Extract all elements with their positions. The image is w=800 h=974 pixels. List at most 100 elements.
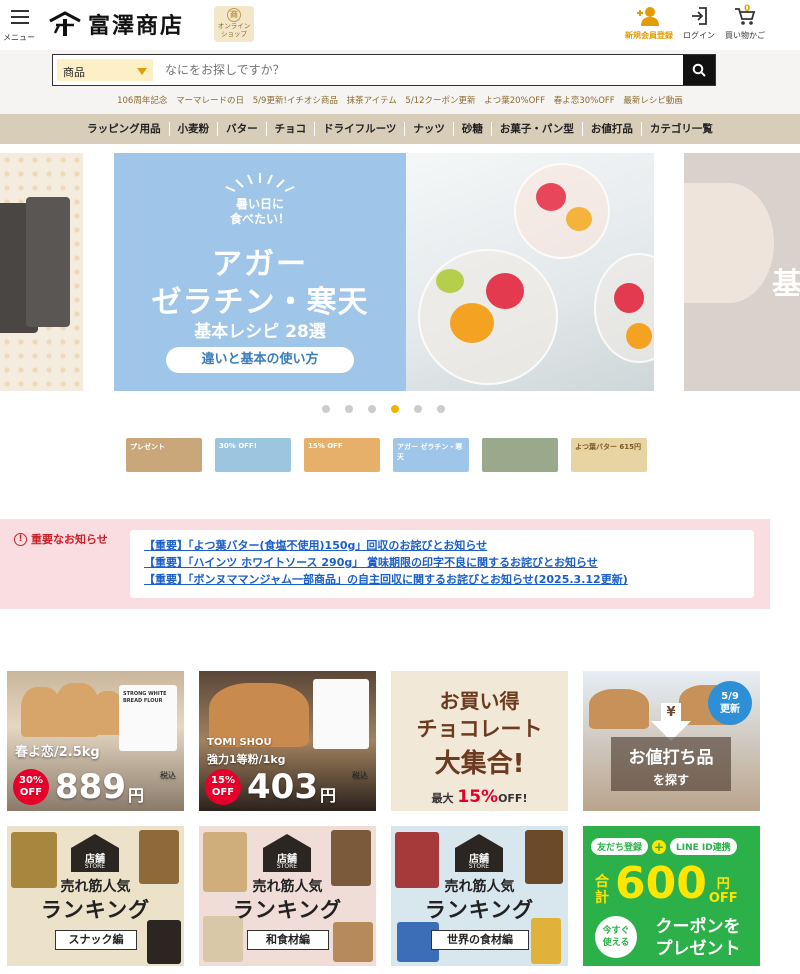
- category-item[interactable]: バター: [217, 122, 266, 136]
- banner-tomishou-flour[interactable]: TOMI SHOU 強力1等粉/1kg 税込 15% OFF 403 円: [199, 671, 376, 811]
- login-button[interactable]: ログイン: [674, 6, 724, 41]
- search-category-value: 商品: [63, 66, 85, 79]
- product-image: [531, 918, 561, 964]
- promo-link[interactable]: マーマレードの日: [176, 96, 244, 106]
- carousel-dot[interactable]: [414, 405, 422, 413]
- line-chip-friend: 友だち登録: [591, 838, 649, 855]
- carousel-thumb[interactable]: アガー ゼラチン・寒天: [393, 438, 469, 472]
- product-name: 春よ恋/2.5kg: [15, 745, 100, 760]
- amount-off: OFF: [708, 891, 738, 906]
- search-input[interactable]: [157, 55, 683, 85]
- price-tag: 15% OFF 403 円: [199, 761, 376, 811]
- line-chip-id: LINE ID連携: [670, 838, 737, 855]
- carousel-thumb[interactable]: プレゼント: [126, 438, 202, 472]
- bargain-line1: お値打ち品: [628, 748, 714, 768]
- menu-button[interactable]: メニュー: [3, 8, 36, 44]
- notice-link[interactable]: 【重要】「ハインツ ホワイトソース 290g」 賞味期限の印字不良に関するお詫び…: [144, 554, 740, 571]
- notice-label: 重要なお知らせ: [31, 533, 108, 546]
- jelly-dessert-photo: [406, 153, 654, 391]
- promo-link[interactable]: 5/9更新!イチオシ商品: [253, 96, 338, 106]
- cart-button[interactable]: 0 買い物かご: [720, 4, 770, 41]
- category-item[interactable]: チョコ: [265, 122, 315, 136]
- category-item[interactable]: お値打品: [581, 122, 641, 136]
- category-item[interactable]: カテゴリ一覧: [640, 122, 721, 136]
- slide-subtitle: 基本レシピ 28選: [194, 322, 326, 342]
- carousel-thumb[interactable]: 30% OFF!: [215, 438, 291, 472]
- banner-haruyokoi[interactable]: STRONG WHITE BREAD FLOUR 春よ恋/2.5kg 税込 30…: [7, 671, 184, 811]
- slide-next-text: 基: [772, 267, 800, 302]
- online-shop-badge: 商 オンライン ショップ: [214, 6, 254, 42]
- notice-link[interactable]: 【重要】「ボンヌママンジャム一部商品」の自主回収に関するお詫びとお知らせ(202…: [144, 571, 740, 588]
- slide-cta-button[interactable]: 違いと基本の使い方: [166, 347, 354, 373]
- search-button[interactable]: [683, 55, 715, 85]
- category-item[interactable]: ドライフルーツ: [314, 122, 404, 136]
- category-item[interactable]: ナッツ: [404, 122, 453, 136]
- category-item[interactable]: ラッピング用品: [79, 122, 169, 136]
- promo-link[interactable]: 5/12クーポン更新: [405, 96, 475, 106]
- thumb-label: プレゼント: [130, 443, 165, 451]
- banner-ranking-world[interactable]: 店舗 STORE 売れ筋人気 ランキング 世界の食材編: [391, 826, 568, 966]
- logo-text: 富澤商店: [88, 13, 185, 39]
- category-item[interactable]: 砂糖: [452, 122, 491, 136]
- promo-link[interactable]: よつ葉20%OFF: [484, 96, 545, 106]
- product-bag-image: [26, 197, 70, 327]
- flour-bag-image: [313, 679, 369, 749]
- logo-mark-icon: [49, 11, 81, 36]
- thumb-label: 15% OFF: [308, 442, 343, 450]
- carousel-dot[interactable]: [322, 405, 330, 413]
- carousel-slide-next[interactable]: 基: [684, 153, 800, 391]
- site-header: メニュー 富澤商店 商 オンライン ショップ 新規会員登録 ログイン 0 買い物…: [0, 0, 800, 50]
- promo-links: 106周年記念 マーマレードの日 5/9更新!イチオシ商品 抹茶アイテム 5/1…: [0, 94, 800, 106]
- update-label: 更新: [720, 704, 740, 715]
- carousel-dot[interactable]: [368, 405, 376, 413]
- promo-link[interactable]: 春よ恋30%OFF: [554, 96, 615, 106]
- category-item[interactable]: 小麦粉: [168, 122, 218, 136]
- site-logo[interactable]: 富澤商店: [48, 8, 184, 40]
- thumb-label: よつ葉バター 615円: [575, 443, 642, 451]
- category-item[interactable]: お菓子・パン型: [490, 122, 582, 136]
- search-icon: [692, 63, 706, 77]
- category-nav: ラッピング用品 小麦粉 バター チョコ ドライフルーツ ナッツ 砂糖 お菓子・パ…: [0, 114, 800, 144]
- carousel-dot-active[interactable]: [391, 405, 399, 413]
- carousel-dot[interactable]: [345, 405, 353, 413]
- discount-off: OFF: [19, 787, 43, 798]
- carousel-thumb[interactable]: 15% OFF: [304, 438, 380, 472]
- ranking-edition: スナック編: [55, 930, 137, 950]
- thumb-label: アガー ゼラチン・寒天: [397, 443, 463, 461]
- bargain-line2: を探す: [652, 773, 689, 787]
- register-label: 新規会員登録: [625, 31, 673, 40]
- add-user-icon: [637, 7, 659, 26]
- carousel-thumb[interactable]: よつ葉バター 615円: [571, 438, 647, 472]
- amount-yen: 円: [716, 877, 730, 892]
- strawberry-image: [614, 283, 644, 313]
- carousel-slide-prev[interactable]: [0, 153, 83, 391]
- update-date: 5/9: [721, 691, 739, 702]
- search-category-select[interactable]: 商品: [57, 59, 153, 81]
- banner-line-coupon[interactable]: 友だち登録 + LINE ID連携 合計 600 円 OFF 今すぐ 使える ク…: [583, 826, 760, 966]
- banner-bargain[interactable]: 5/9 更新 ¥ お値打ち品 を探す: [583, 671, 760, 811]
- banner-ranking-japanese[interactable]: 店舗 STORE 売れ筋人気 ランキング 和食材編: [199, 826, 376, 966]
- plus-icon: +: [652, 839, 667, 854]
- carousel-slide-active[interactable]: 暑い日に 食べたい！ アガー ゼラチン・寒天 基本レシピ 28選 違いと基本の使…: [114, 153, 654, 391]
- use-now-line1: 今すぐ: [602, 926, 630, 936]
- hamburger-icon: [11, 8, 29, 24]
- carousel-dot[interactable]: [437, 405, 445, 413]
- promo-link[interactable]: 抹茶アイテム: [347, 96, 397, 106]
- glass-cup-image: [514, 163, 610, 259]
- discount-prefix: 最大: [431, 792, 454, 805]
- banner-chocolate-sale[interactable]: お買い得 チョコレート 大集合! 最大 15%OFF!: [391, 671, 568, 811]
- use-now-badge: 今すぐ 使える: [595, 916, 637, 958]
- store-label-en: STORE: [276, 863, 298, 870]
- discount-suffix: OFF!: [498, 792, 528, 805]
- carousel-thumbnails: プレゼント 30% OFF! 15% OFF アガー ゼラチン・寒天 よつ葉バタ…: [126, 438, 647, 472]
- promo-link[interactable]: 106周年記念: [117, 96, 167, 106]
- line-steps: 友だち登録 + LINE ID連携: [591, 838, 737, 855]
- discount-badge: 15% OFF: [205, 769, 241, 805]
- notice-link[interactable]: 【重要】「よつ葉バター(食塩不使用)150g」回収のお詫びとお知らせ: [144, 537, 740, 554]
- promo-link[interactable]: 最新レシピ動画: [623, 96, 683, 106]
- price-tag: 30% OFF 889 円: [7, 761, 184, 811]
- discount-percent: 15%: [211, 775, 235, 786]
- register-button[interactable]: 新規会員登録: [624, 6, 674, 41]
- banner-ranking-snack[interactable]: 店舗 STORE 売れ筋人気 ランキング スナック編: [7, 826, 184, 966]
- carousel-thumb[interactable]: [482, 438, 558, 472]
